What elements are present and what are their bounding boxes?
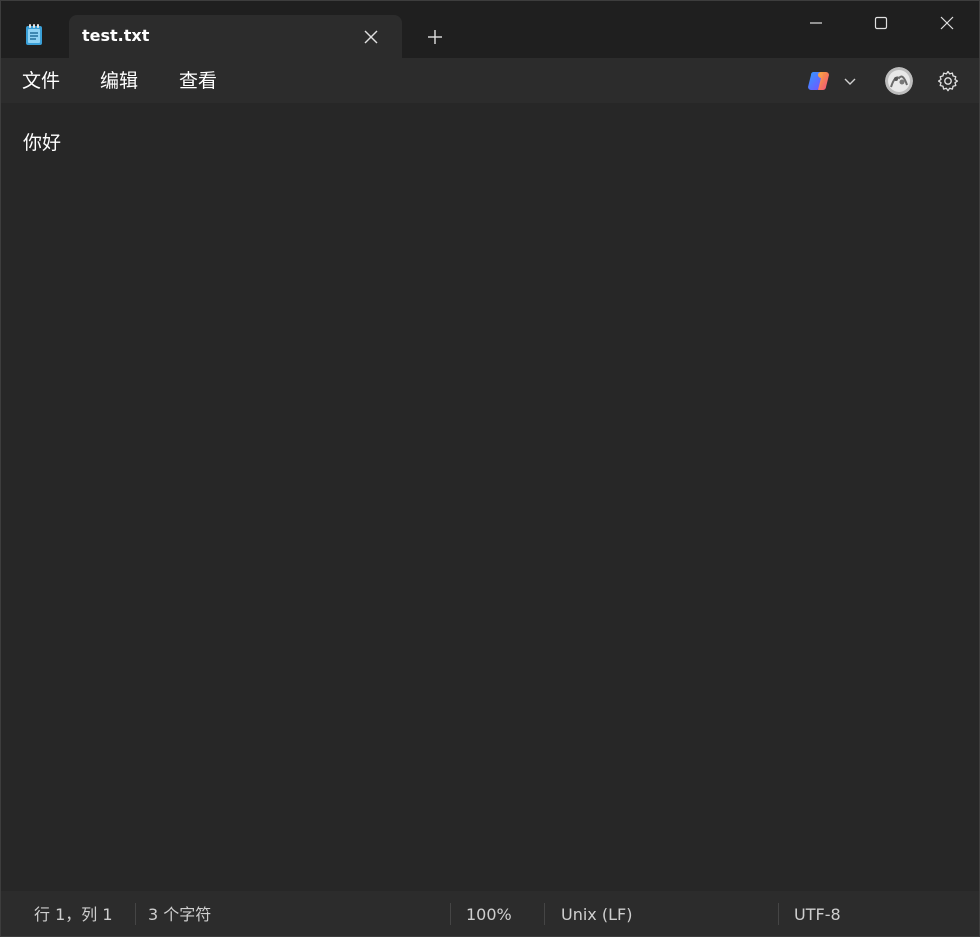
chevron-down-icon[interactable]: [841, 72, 859, 90]
notepad-icon: [26, 24, 42, 45]
status-divider: [544, 903, 545, 925]
menu-edit[interactable]: 编辑: [100, 70, 138, 92]
gear-icon[interactable]: [936, 69, 960, 93]
menu-file[interactable]: 文件: [22, 70, 60, 92]
status-divider: [450, 903, 451, 925]
status-bar: 行 1，列 1 3 个字符 100% Unix (LF) UTF-8: [1, 891, 979, 936]
menu-bar: 文件 编辑 查看: [1, 58, 979, 103]
minimize-icon[interactable]: [796, 9, 836, 37]
close-icon[interactable]: [927, 9, 967, 37]
zoom-level[interactable]: 100%: [466, 906, 512, 924]
status-divider: [778, 903, 779, 925]
maximize-icon[interactable]: [861, 9, 901, 37]
plus-icon[interactable]: [423, 25, 447, 49]
avatar[interactable]: [885, 67, 913, 95]
editor-content: 你好: [23, 132, 62, 154]
tab-test-txt[interactable]: test.txt: [69, 15, 402, 58]
cursor-position[interactable]: 行 1，列 1: [34, 906, 113, 924]
copilot-icon[interactable]: [807, 69, 831, 93]
notepad-window: test.txt 文件 编辑 查看 你好 行 1，列 1 3 个字符 100% …: [0, 0, 980, 937]
text-editor[interactable]: 你好: [1, 103, 979, 891]
title-bar: test.txt: [1, 1, 979, 58]
encoding[interactable]: UTF-8: [794, 906, 841, 924]
character-count: 3 个字符: [148, 905, 212, 924]
menu-view[interactable]: 查看: [179, 70, 217, 92]
close-icon[interactable]: [359, 25, 383, 49]
status-divider: [135, 903, 136, 925]
tab-title: test.txt: [82, 26, 150, 45]
line-ending[interactable]: Unix (LF): [561, 906, 632, 924]
